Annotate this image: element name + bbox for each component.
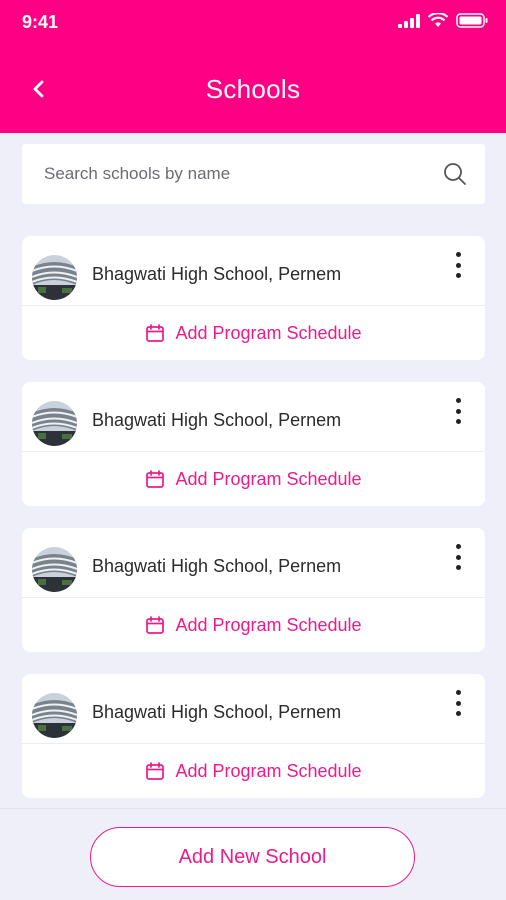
school-card: Bhagwati High School, Pernem Add Program… — [22, 674, 485, 798]
school-name: Bhagwati High School, Pernem — [92, 410, 342, 430]
school-avatar — [32, 255, 77, 300]
school-card-header[interactable]: Bhagwati High School, Pernem — [22, 382, 485, 452]
kebab-menu-icon[interactable] — [445, 688, 471, 718]
kebab-menu-icon[interactable] — [445, 542, 471, 572]
add-new-school-button[interactable]: Add New School — [90, 827, 415, 887]
app-header: 9:41 Schools — [0, 0, 506, 133]
calendar-icon — [146, 616, 165, 634]
status-bar: 9:41 — [0, 0, 506, 44]
cellular-signal-icon — [398, 13, 420, 28]
school-card: Bhagwati High School, Pernem Add Program… — [22, 382, 485, 506]
add-program-schedule-label: Add Program Schedule — [175, 468, 362, 489]
kebab-menu-icon[interactable] — [445, 396, 471, 426]
bottom-action-bar: Add New School — [0, 808, 506, 900]
school-card-header[interactable]: Bhagwati High School, Pernem — [22, 674, 485, 744]
add-program-schedule-label: Add Program Schedule — [175, 322, 362, 343]
calendar-icon — [146, 470, 165, 488]
kebab-menu-icon[interactable] — [445, 250, 471, 280]
calendar-icon — [146, 762, 165, 780]
school-name: Bhagwati High School, Pernem — [92, 702, 342, 722]
school-avatar — [32, 547, 77, 592]
add-program-schedule-label: Add Program Schedule — [175, 760, 362, 781]
school-name: Bhagwati High School, Pernem — [92, 264, 342, 284]
school-avatar — [32, 693, 77, 738]
add-program-schedule-button[interactable]: Add Program Schedule — [22, 744, 485, 798]
search-bar — [22, 144, 485, 204]
search-input[interactable] — [44, 164, 424, 184]
add-program-schedule-label: Add Program Schedule — [175, 614, 362, 635]
status-time: 9:41 — [22, 12, 59, 32]
school-card-header[interactable]: Bhagwati High School, Pernem — [22, 236, 485, 306]
battery-icon — [456, 13, 488, 28]
wifi-icon — [428, 13, 448, 27]
school-avatar — [32, 401, 77, 446]
page-title: Schools — [205, 74, 301, 104]
school-card-header[interactable]: Bhagwati High School, Pernem — [22, 528, 485, 598]
school-card: Bhagwati High School, Pernem Add Program… — [22, 528, 485, 652]
add-program-schedule-button[interactable]: Add Program Schedule — [22, 598, 485, 652]
school-name: Bhagwati High School, Pernem — [92, 556, 342, 576]
status-icons — [398, 13, 488, 28]
add-program-schedule-button[interactable]: Add Program Schedule — [22, 306, 485, 360]
search-icon[interactable] — [443, 162, 467, 186]
calendar-icon — [146, 324, 165, 342]
school-card: Bhagwati High School, Pernem Add Program… — [22, 236, 485, 360]
add-program-schedule-button[interactable]: Add Program Schedule — [22, 452, 485, 506]
